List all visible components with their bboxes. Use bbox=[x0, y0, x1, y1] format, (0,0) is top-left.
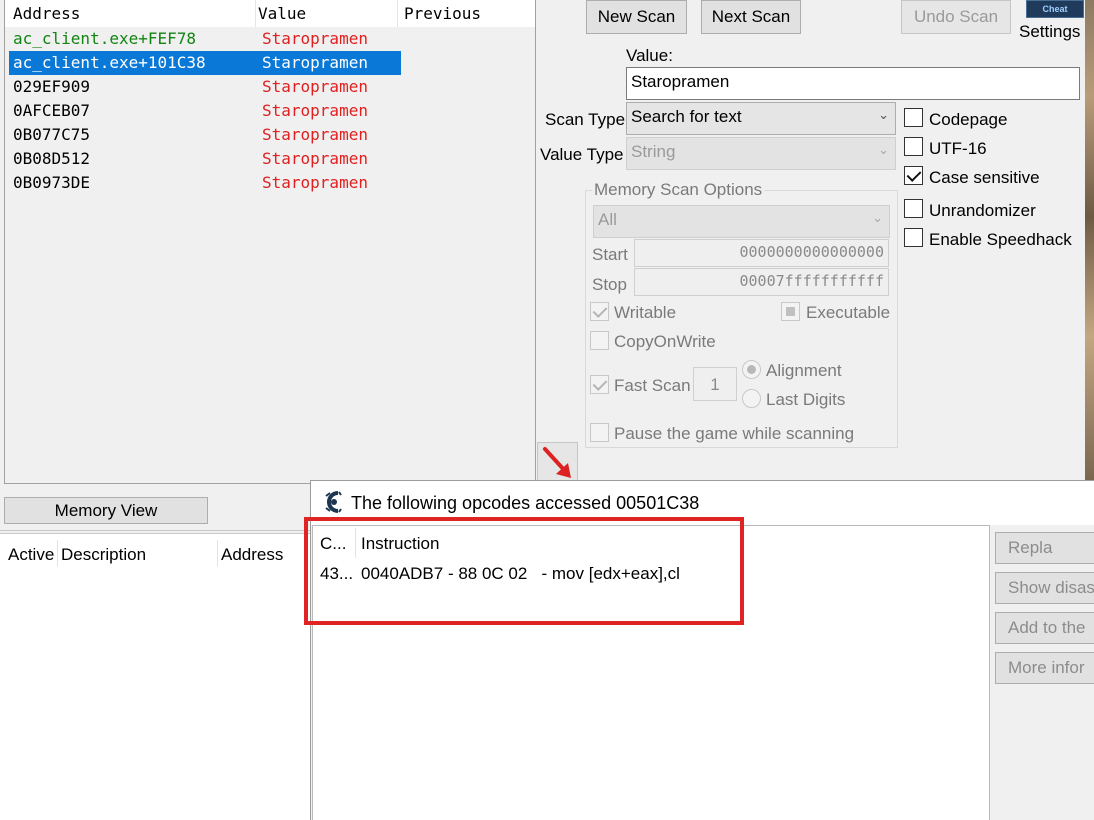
copy-on-write-label: CopyOnWrite bbox=[614, 332, 716, 351]
unrandomizer-label: Unrandomizer bbox=[929, 201, 1036, 220]
result-address: 0B077C75 bbox=[13, 125, 91, 144]
pause-game-checkbox[interactable] bbox=[590, 423, 609, 442]
result-address: ac_client.exe+101C38 bbox=[13, 53, 206, 72]
last-digits-radio[interactable] bbox=[742, 389, 761, 408]
result-value: Staropramen bbox=[262, 53, 368, 72]
column-header-active[interactable]: Active bbox=[8, 545, 54, 565]
divider bbox=[0, 530, 310, 531]
undo-scan-button[interactable]: Undo Scan bbox=[901, 0, 1011, 34]
result-value: Staropramen bbox=[262, 77, 368, 96]
results-header: Address Value Previous bbox=[5, 0, 535, 27]
chevron-down-icon: ⌄ bbox=[878, 107, 889, 122]
utf16-checkbox[interactable] bbox=[904, 137, 923, 156]
chevron-down-icon: ⌄ bbox=[878, 142, 889, 157]
start-address-input[interactable]: 0000000000000000 bbox=[634, 239, 889, 267]
result-value: Staropramen bbox=[262, 149, 368, 168]
value-type-value: String bbox=[631, 142, 676, 161]
result-row[interactable]: 0AFCEB07 Staropramen bbox=[9, 99, 401, 123]
alignment-label: Alignment bbox=[766, 361, 842, 380]
result-row[interactable]: 0B0973DE Staropramen bbox=[9, 171, 401, 195]
cheat-engine-icon bbox=[325, 491, 342, 513]
codepage-checkbox[interactable] bbox=[904, 108, 923, 127]
result-value: Staropramen bbox=[262, 101, 368, 120]
column-header-address[interactable]: Address bbox=[13, 4, 80, 23]
window-title: The following opcodes accessed 00501C38 bbox=[351, 493, 700, 513]
value-type-dropdown[interactable]: String ⌄ bbox=[626, 137, 896, 170]
result-address: 0B08D512 bbox=[13, 149, 91, 168]
fast-scan-value-input[interactable]: 1 bbox=[693, 367, 737, 401]
scan-type-dropdown[interactable]: Search for text ⌄ bbox=[626, 102, 896, 135]
add-address-arrow-button[interactable] bbox=[537, 442, 578, 482]
add-to-codelist-button[interactable]: Add to the bbox=[995, 612, 1094, 644]
copy-on-write-checkbox[interactable] bbox=[590, 331, 609, 350]
result-value: Staropramen bbox=[262, 29, 368, 48]
memory-scan-options-title: Memory Scan Options bbox=[592, 180, 765, 200]
value-type-label: Value Type bbox=[540, 145, 624, 164]
result-row[interactable]: 0B077C75 Staropramen bbox=[9, 123, 401, 147]
memory-region-dropdown[interactable]: All ⌄ bbox=[593, 205, 890, 238]
writable-label: Writable bbox=[614, 303, 677, 322]
writable-checkbox[interactable] bbox=[590, 302, 609, 321]
highlight-annotation-box bbox=[304, 517, 744, 625]
column-divider bbox=[57, 540, 58, 566]
result-value: Staropramen bbox=[262, 125, 368, 144]
memory-view-button[interactable]: Memory View bbox=[4, 497, 208, 524]
result-address: 0AFCEB07 bbox=[13, 101, 91, 120]
desktop-background bbox=[1085, 0, 1094, 480]
last-digits-label: Last Digits bbox=[766, 390, 846, 409]
settings-link[interactable]: Settings bbox=[1019, 22, 1080, 42]
fast-scan-label: Fast Scan bbox=[614, 376, 691, 395]
stop-label: Stop bbox=[592, 275, 627, 294]
codepage-label: Codepage bbox=[929, 110, 1008, 129]
scan-type-value: Search for text bbox=[631, 107, 742, 126]
column-divider bbox=[217, 540, 218, 566]
utf16-label: UTF-16 bbox=[929, 139, 987, 158]
result-address: ac_client.exe+FEF78 bbox=[13, 29, 197, 48]
start-label: Start bbox=[592, 245, 628, 264]
executable-checkbox[interactable] bbox=[781, 302, 800, 321]
speedhack-checkbox[interactable] bbox=[904, 228, 923, 247]
result-row[interactable]: 0B08D512 Staropramen bbox=[9, 147, 401, 171]
alignment-radio[interactable] bbox=[742, 360, 761, 379]
executable-label: Executable bbox=[806, 303, 891, 322]
stop-address-input[interactable]: 00007fffffffffff bbox=[634, 268, 889, 296]
next-scan-button[interactable]: Next Scan bbox=[701, 0, 801, 34]
result-address: 0B0973DE bbox=[13, 173, 91, 192]
arrow-down-right-icon bbox=[543, 447, 571, 478]
value-label: Value: bbox=[626, 46, 673, 65]
new-scan-button[interactable]: New Scan bbox=[586, 0, 687, 34]
chevron-down-icon: ⌄ bbox=[872, 210, 883, 225]
scan-type-label: Scan Type bbox=[545, 110, 626, 129]
fast-scan-checkbox[interactable] bbox=[590, 375, 609, 394]
case-sensitive-checkbox[interactable] bbox=[904, 166, 923, 185]
result-row[interactable]: 029EF909 Staropramen bbox=[9, 75, 401, 99]
result-address: 029EF909 bbox=[13, 77, 91, 96]
cheat-table-address-list[interactable]: Active Description Address bbox=[0, 533, 312, 820]
column-header-value[interactable]: Value bbox=[255, 0, 395, 27]
replace-button[interactable]: Repla bbox=[995, 532, 1094, 564]
memory-region-value: All bbox=[598, 210, 617, 229]
pause-game-label: Pause the game while scanning bbox=[614, 424, 855, 443]
scan-results-list[interactable]: Address Value Previous ac_client.exe+FEF… bbox=[4, 0, 536, 484]
show-disassembler-button[interactable]: Show disas bbox=[995, 572, 1094, 604]
more-information-button[interactable]: More infor bbox=[995, 652, 1094, 684]
speedhack-label: Enable Speedhack bbox=[929, 230, 1072, 249]
column-header-description[interactable]: Description bbox=[61, 545, 146, 565]
column-header-previous[interactable]: Previous bbox=[397, 0, 537, 27]
value-input[interactable]: Staropramen bbox=[626, 67, 1080, 100]
unrandomizer-checkbox[interactable] bbox=[904, 199, 923, 218]
case-sensitive-label: Case sensitive bbox=[929, 168, 1040, 187]
result-value: Staropramen bbox=[262, 173, 368, 192]
column-header-address[interactable]: Address bbox=[221, 545, 283, 565]
cheat-engine-logo-icon[interactable]: Cheat Engine bbox=[1026, 0, 1084, 18]
result-row[interactable]: ac_client.exe+FEF78 Staropramen bbox=[9, 27, 401, 51]
result-row-selected[interactable]: ac_client.exe+101C38 Staropramen bbox=[9, 51, 401, 75]
